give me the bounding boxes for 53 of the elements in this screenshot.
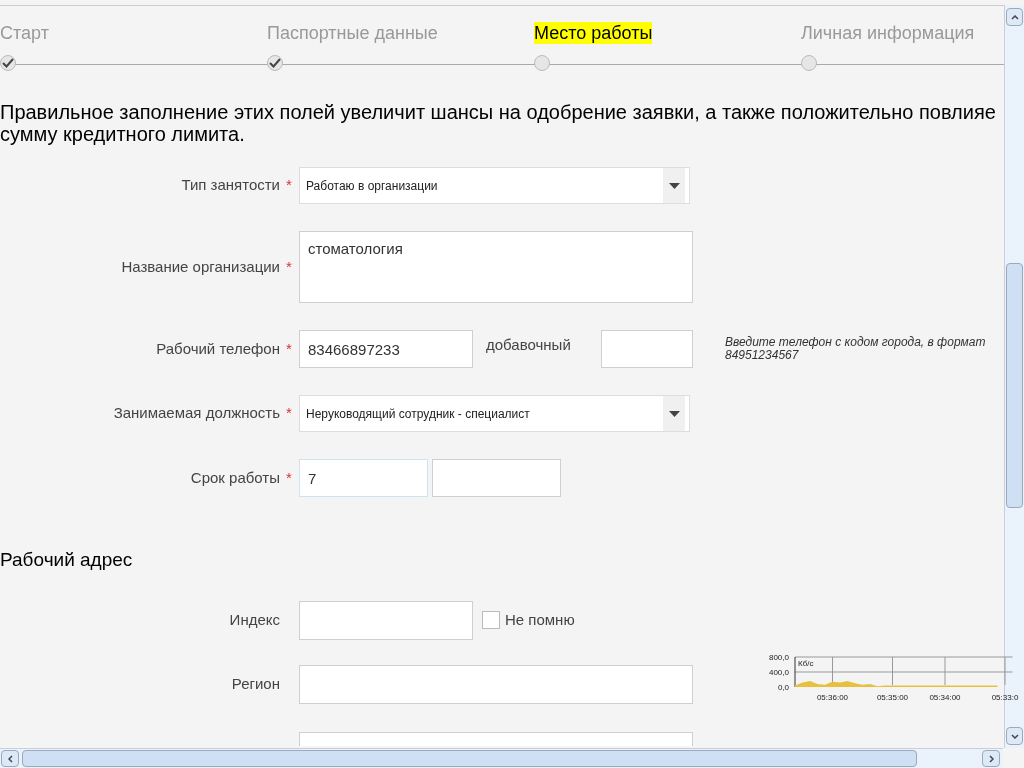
input-field[interactable]: 7 bbox=[299, 459, 428, 497]
input-field[interactable] bbox=[601, 330, 693, 368]
y-axis bbox=[794, 656, 796, 688]
chevron-down-icon bbox=[1010, 733, 1019, 739]
tick-label: 05:33:0 bbox=[991, 693, 1019, 702]
chevron-right-icon bbox=[988, 754, 994, 763]
scroll-down-button[interactable] bbox=[1006, 727, 1023, 745]
required-mark: * bbox=[286, 403, 293, 424]
horizontal-scrollbar[interactable] bbox=[0, 748, 1003, 768]
required-mark: * bbox=[286, 175, 293, 196]
field-label: Регион bbox=[231, 673, 280, 694]
axis-label: Кб/с bbox=[798, 659, 814, 668]
scroll-left-button[interactable] bbox=[1, 750, 19, 767]
required-mark: * bbox=[286, 256, 293, 277]
input-field[interactable] bbox=[299, 664, 693, 704]
field-label: Индекс bbox=[229, 609, 280, 630]
field-label: Тип занятости bbox=[181, 175, 280, 196]
step-label[interactable]: Место работы bbox=[534, 22, 653, 44]
field-label: Занимаемая должность bbox=[113, 403, 280, 424]
input-field[interactable] bbox=[299, 600, 473, 640]
section-heading: Рабочий адрес bbox=[0, 548, 134, 572]
hint-text: 84951234567 bbox=[725, 349, 799, 362]
scroll-right-button[interactable] bbox=[982, 750, 1000, 767]
field-label: Рабочий телефон bbox=[156, 338, 280, 359]
required-mark: * bbox=[286, 467, 293, 488]
field-label: Название организации bbox=[121, 256, 280, 277]
chevron-left-icon bbox=[7, 754, 13, 763]
tick-label: 05:34:00 bbox=[929, 693, 961, 702]
input-field[interactable] bbox=[299, 731, 693, 746]
input-field[interactable] bbox=[432, 459, 561, 497]
tick-label: 05:36:00 bbox=[816, 693, 849, 702]
intro-text: сумму кредитного лимита. bbox=[0, 123, 246, 145]
hint-text: Введите телефон с кодом города, в формат bbox=[725, 336, 986, 349]
tick-label: 800,0 bbox=[768, 653, 789, 662]
scroll-thumb[interactable] bbox=[22, 750, 917, 767]
chevron-up-icon bbox=[1010, 14, 1019, 20]
required-mark: * bbox=[286, 338, 293, 359]
caret-icon bbox=[668, 410, 680, 417]
tick-label: 0,0 bbox=[777, 683, 789, 692]
caret-icon bbox=[668, 182, 680, 189]
field-label: Срок работы bbox=[190, 467, 280, 488]
tick-label: 400,0 bbox=[768, 668, 789, 677]
scroll-thumb[interactable] bbox=[1006, 263, 1023, 508]
input-field[interactable]: 83466897233 bbox=[299, 330, 473, 368]
tick-label: 05:35:00 bbox=[876, 693, 909, 702]
field-label: добавочный bbox=[486, 335, 572, 355]
dropdown[interactable]: Неруководящий сотрудник - специалист bbox=[299, 395, 690, 432]
intro-text: Правильное заполнение этих полей увеличит шансы на одобрение заявки, а также положительно повлияе bbox=[0, 101, 997, 123]
text-area[interactable]: стоматология bbox=[299, 231, 693, 303]
checkbox-label: Не помню bbox=[505, 609, 575, 630]
scroll-up-button[interactable] bbox=[1006, 8, 1023, 26]
dropdown[interactable]: Работаю в организации bbox=[299, 167, 690, 204]
checkbox[interactable] bbox=[482, 611, 500, 629]
